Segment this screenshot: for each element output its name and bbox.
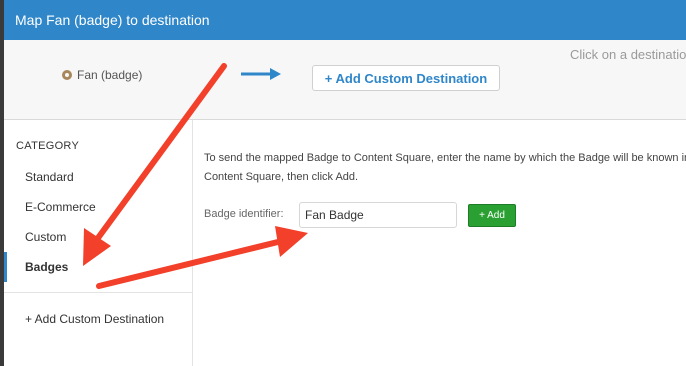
- map-destination-modal: Map Fan (badge) to destination Click on …: [4, 0, 686, 366]
- badge-mapping-panel: To send the mapped Badge to Content Squa…: [193, 120, 686, 366]
- sidebar-item-ecommerce[interactable]: E-Commerce: [4, 192, 192, 222]
- category-heading: CATEGORY: [16, 140, 80, 152]
- modal-header: Map Fan (badge) to destination: [4, 0, 686, 40]
- arrow-right-icon: [241, 68, 281, 80]
- category-sidebar: CATEGORY Standard E-Commerce Custom Badg…: [4, 120, 193, 366]
- source-label: Fan (badge): [77, 68, 143, 82]
- sidebar-add-custom-destination-link[interactable]: + Add Custom Destination: [25, 312, 164, 326]
- badge-identifier-label: Badge identifier:: [204, 208, 284, 220]
- sidebar-item-custom[interactable]: Custom: [4, 222, 192, 252]
- add-badge-button[interactable]: + Add: [468, 204, 516, 227]
- destination-hint: Click on a destination: [570, 47, 686, 62]
- add-custom-destination-button[interactable]: + Add Custom Destination: [312, 65, 500, 91]
- sidebar-divider: [4, 292, 192, 293]
- badge-instructions: To send the mapped Badge to Content Squa…: [204, 152, 686, 183]
- modal-title: Map Fan (badge) to destination: [15, 12, 210, 28]
- badge-identifier-input[interactable]: [299, 202, 457, 228]
- mapping-bar: Click on a destination Fan (badge) + Add…: [4, 40, 686, 120]
- source-attribute: Fan (badge): [62, 68, 142, 82]
- sidebar-item-badges[interactable]: Badges: [4, 252, 192, 282]
- sidebar-item-standard[interactable]: Standard: [4, 162, 192, 192]
- badge-icon: [62, 70, 72, 80]
